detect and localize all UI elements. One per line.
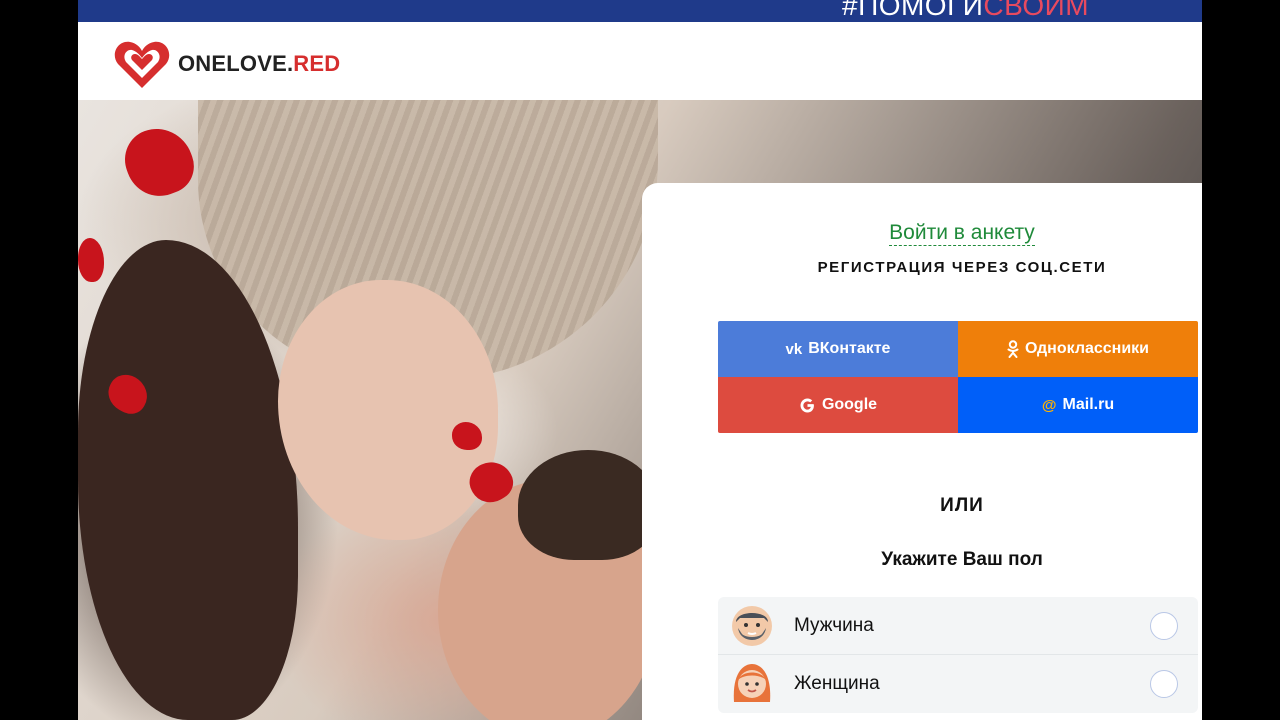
gender-options: Мужчина Женщина [718, 597, 1198, 713]
social-buttons-grid: vk ВКонтакте Одноклассники Google @ Mail… [718, 321, 1198, 433]
odnoklassniki-icon [1007, 340, 1019, 358]
heart-logo-icon [114, 41, 170, 88]
page-frame: #ПОМОГИСВОИМ ONELOVE.RED Войти в анкету … [78, 0, 1202, 720]
vk-icon: vk [785, 340, 803, 358]
or-divider: ИЛИ [940, 495, 984, 516]
odnoklassniki-button[interactable]: Одноклассники [958, 321, 1198, 377]
man-hair-shape [518, 450, 658, 560]
brand-name: ONELOVE.RED [178, 51, 341, 76]
promo-topbar: #ПОМОГИСВОИМ [78, 0, 1202, 22]
site-logo[interactable]: ONELOVE.RED [114, 38, 340, 90]
gender-label-male: Мужчина [794, 614, 874, 636]
promo-hashtag: #ПОМОГИСВОИМ [842, 0, 1090, 21]
google-icon [800, 398, 814, 412]
google-button[interactable]: Google [718, 377, 958, 433]
at-icon: @ [1041, 396, 1057, 414]
gender-option-female[interactable]: Женщина [718, 655, 1198, 713]
registration-panel: Войти в анкету РЕГИСТРАЦИЯ ЧЕРЕЗ СОЦ.СЕТ… [642, 183, 1202, 720]
login-link[interactable]: Войти в анкету [889, 221, 1035, 246]
login-link-row: Войти в анкету [642, 221, 1202, 246]
site-header: ONELOVE.RED [78, 22, 1202, 100]
gender-option-male[interactable]: Мужчина [718, 597, 1198, 655]
rose-petal [78, 238, 104, 282]
rose-petal [452, 422, 482, 450]
vkontakte-button[interactable]: vk ВКонтакте [718, 321, 958, 377]
man-avatar-icon [732, 605, 772, 646]
social-registration-title: РЕГИСТРАЦИЯ ЧЕРЕЗ СОЦ.СЕТИ [817, 259, 1107, 276]
gender-radio-female[interactable] [1150, 670, 1178, 698]
gender-radio-male[interactable] [1150, 612, 1178, 640]
gender-prompt: Укажите Ваш пол [881, 549, 1043, 570]
mailru-button[interactable]: @ Mail.ru [958, 377, 1198, 433]
gender-label-female: Женщина [794, 673, 880, 694]
woman-avatar-icon [733, 664, 771, 702]
